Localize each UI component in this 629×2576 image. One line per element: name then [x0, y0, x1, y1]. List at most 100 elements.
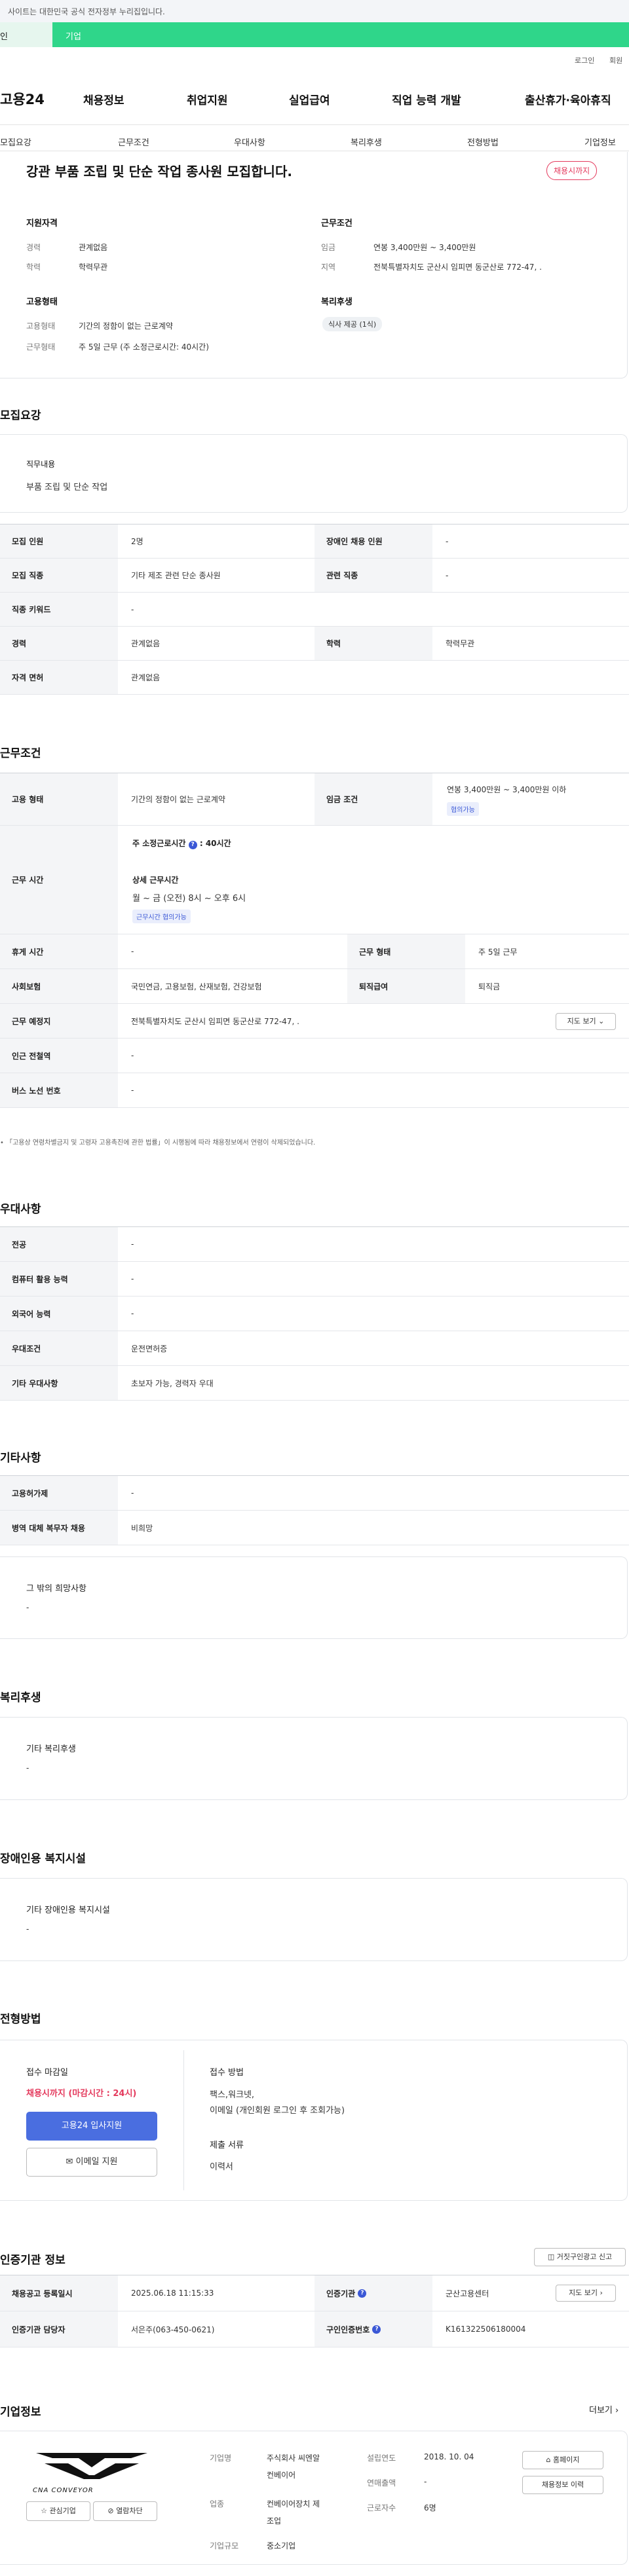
emp-title: 고용형태 — [26, 297, 58, 307]
industry-label: 업종 — [210, 2499, 225, 2509]
snb-company[interactable]: 기업정보 — [584, 136, 616, 148]
table-row: 고용허가제 - — [0, 1476, 629, 1511]
disabled-box-title: 기타 장애인용 복지시설 — [26, 1905, 110, 1915]
td-manager: 서은주(063-450-0621) — [131, 2325, 215, 2334]
td-keyword: - — [131, 604, 134, 614]
table-row: 병역 대체 복무자 채용 비희망 — [0, 1511, 629, 1545]
industry-value-2: 조업 — [267, 2516, 282, 2526]
td-computer: - — [131, 1274, 134, 1283]
table-row: 휴게 시간 - 근무 형태 주 5일 근무 — [0, 934, 629, 969]
deadline-badge: 채용시까지 — [546, 161, 598, 180]
td-language: - — [131, 1309, 134, 1318]
homepage-button[interactable]: ⌂ 홈페이지 — [522, 2451, 603, 2469]
est-value: 2018. 10. 04 — [424, 2452, 474, 2461]
emp-count-value: 6명 — [424, 2503, 436, 2512]
gov-banner-text: 사이트는 대한민국 공식 전자정부 누리집입니다. — [8, 7, 165, 16]
org-map-button[interactable]: 지도 보기 › — [556, 2285, 616, 2302]
td-job: 기타 제조 관련 단순 종사원 — [131, 571, 221, 580]
tab-personal[interactable]: 인 — [0, 22, 52, 47]
th-rest: 휴게 시간 — [0, 934, 118, 968]
table-row: 인근 전철역 - — [0, 1039, 629, 1073]
doc-value: 이력서 — [210, 2162, 233, 2172]
career-value: 관계없음 — [79, 243, 108, 252]
email-apply-button[interactable]: ✉ 이메일 지원 — [26, 2148, 157, 2177]
emp-type-value: 기간의 정함이 없는 근로계약 — [79, 322, 173, 331]
th-related-job: 관련 직종 — [314, 559, 432, 592]
duty-box — [0, 434, 628, 513]
gnb-item-training[interactable]: 직업 능력 개발 — [392, 91, 461, 107]
th-org: 인증기관 ? — [314, 2275, 432, 2311]
help-icon[interactable]: ? — [188, 841, 197, 849]
disabled-box — [0, 1878, 628, 1961]
th-bus: 버스 노선 번호 — [0, 1073, 118, 1107]
std-hours: 주 소정근로시간 ? : 40시간 — [132, 839, 231, 849]
gnb-item-leave[interactable]: 출산휴가·육아휴직 — [525, 91, 611, 107]
table-row: 경력 관계없음 학력 학력무관 — [0, 627, 629, 661]
snb-work[interactable]: 근무조건 — [118, 136, 149, 148]
site-logo[interactable]: 고용24 — [0, 89, 45, 109]
th-count: 모집 인원 — [0, 524, 118, 558]
deadline-title: 접수 마감일 — [26, 2068, 68, 2078]
td-rest: - — [131, 947, 134, 956]
megaphone-icon: ◫ — [547, 2253, 557, 2261]
table-row: 사회보험 국민연금, 고용보험, 산재보험, 건강보험 퇴직급여 퇴직금 — [0, 969, 629, 1004]
help-icon[interactable]: ? — [372, 2325, 381, 2334]
th-license: 자격 면허 — [0, 661, 118, 694]
gnb-item-support[interactable]: 취업지원 — [187, 91, 228, 107]
th-permit: 고용허가제 — [0, 1476, 118, 1510]
chevron-right-icon: › — [600, 2289, 603, 2297]
method-value-2: 이메일 (개인회원 로그인 후 조회가능) — [210, 2106, 345, 2116]
map-button[interactable]: 지도 보기 ⌄ — [556, 1013, 616, 1030]
th-wage: 임금 조건 — [314, 773, 432, 825]
join-link[interactable]: 회원 — [609, 55, 622, 65]
snb-welfare[interactable]: 복리후생 — [351, 136, 382, 148]
report-button[interactable]: ◫ 거짓구인광고 신고 — [534, 2248, 626, 2266]
block-button[interactable]: ⊘ 열람차단 — [93, 2501, 157, 2521]
table-row: 근무 예정지 전북특별자치도 군산시 임피면 동군산로 772-47, . 지도… — [0, 1004, 629, 1039]
etc-box-value: - — [26, 1603, 29, 1612]
etc-box-title: 그 밖의 희망사항 — [26, 1584, 86, 1594]
table-row: 전공 - — [0, 1227, 629, 1262]
detail-hours-title: 상세 근무시간 — [132, 875, 179, 885]
company-logo — [26, 2450, 157, 2487]
snb-pref[interactable]: 우대사항 — [234, 136, 265, 148]
cond-title: 근무조건 — [321, 219, 353, 229]
snb-recruit[interactable]: 모집요강 — [0, 136, 31, 148]
section-title-pref: 우대사항 — [0, 1203, 41, 1216]
sales-value: - — [424, 2477, 427, 2486]
th-cert-no: 구인인증번호 ? — [314, 2311, 432, 2347]
td-insurance: 국민연금, 고용보험, 산재보험, 건강보험 — [131, 982, 262, 991]
size-value: 중소기업 — [267, 2541, 296, 2550]
snb-process[interactable]: 전형방법 — [467, 136, 499, 148]
duty-text: 부품 조립 및 단순 작업 — [26, 483, 108, 492]
section-title-disabled: 장애인용 복지시설 — [0, 1852, 86, 1866]
section-title-work: 근무조건 — [0, 747, 41, 760]
tab-company[interactable]: 기업 — [66, 22, 81, 47]
th-keyword: 직종 키워드 — [0, 593, 118, 626]
apply-button[interactable]: 고용24 입사지원 — [26, 2112, 157, 2141]
fav-company-button[interactable]: ☆ 관심기업 — [26, 2501, 90, 2521]
chevron-down-icon: ⌄ — [598, 1017, 605, 1025]
section-title-recruit: 모집요강 — [0, 409, 41, 422]
th-hours: 근무 시간 — [0, 826, 118, 934]
loc-label: 지역 — [321, 263, 336, 272]
etc-box — [0, 1556, 628, 1639]
th-career: 경력 — [0, 627, 118, 660]
gnb-item-jobs[interactable]: 채용정보 — [83, 91, 124, 107]
section-title-etc: 기타사항 — [0, 1452, 41, 1465]
th-subway: 인근 전철역 — [0, 1039, 118, 1073]
login-link[interactable]: 로그인 — [575, 55, 594, 65]
table-row: 자격 면허 관계없음 — [0, 661, 629, 695]
job-title: 강관 부품 조립 및 단순 작업 종사원 모집합니다. — [26, 164, 292, 179]
industry-value-1: 컨베이어장치 제 — [267, 2499, 320, 2509]
doc-title: 제출 서류 — [210, 2141, 244, 2150]
td-major: - — [131, 1240, 134, 1249]
gnb-item-benefit[interactable]: 실업급여 — [289, 91, 330, 107]
edu-label: 학력 — [26, 263, 41, 272]
more-link[interactable]: 더보기 › — [589, 2403, 619, 2416]
wage-label: 임금 — [321, 243, 336, 252]
history-button[interactable]: 채용정보 이력 — [522, 2476, 603, 2494]
help-icon[interactable]: ? — [358, 2289, 367, 2298]
est-label: 설립연도 — [367, 2454, 396, 2463]
th-pref-etc: 기타 우대사항 — [0, 1366, 118, 1400]
